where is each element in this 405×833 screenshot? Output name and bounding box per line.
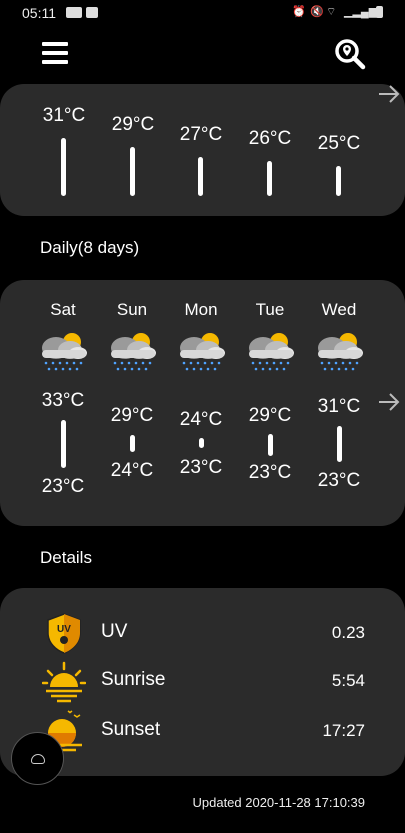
daily-temp-range-bar <box>199 438 204 448</box>
hourly-item: 27°C <box>171 108 231 196</box>
daily-low-temp: 23°C <box>248 462 292 483</box>
mute-icon: 🔇 <box>310 6 324 18</box>
daily-day: Tue <box>255 300 285 319</box>
detail-label: UV <box>101 621 128 642</box>
daily-forecast-card: Sat 33°C 23°C Sun 29°C 24°C Mon 24°C 23°C Tue 29°C… <box>0 280 405 526</box>
rain-cloud-icon <box>318 333 363 371</box>
daily-low-temp: 23°C <box>179 457 223 478</box>
daily-day: Sun <box>116 300 148 319</box>
daily-high-temp: 29°C <box>248 405 292 426</box>
sunrise-icon <box>42 661 86 703</box>
daily-day: Wed <box>321 300 357 319</box>
rain-cloud-icon <box>42 333 87 371</box>
details-section-label: Details <box>40 548 92 567</box>
hourly-temp: 31°C <box>42 105 86 126</box>
rain-cloud-icon <box>111 333 156 371</box>
detail-value: 5:54 <box>331 671 365 690</box>
hourly-temp-bar <box>61 138 66 196</box>
daily-item: Wed 31°C 23°C <box>306 300 372 491</box>
hourly-item: 31°C <box>34 105 94 196</box>
daily-day: Sat <box>50 300 76 319</box>
daily-item: Sat 33°C 23°C <box>30 300 96 497</box>
notification-icon <box>66 7 82 18</box>
assistive-touch-button[interactable] <box>11 732 64 785</box>
daily-temp-range-bar <box>337 426 342 462</box>
alarm-icon: ⏰ <box>292 6 306 18</box>
daily-item: Sun 29°C 24°C <box>99 300 165 481</box>
hourly-temp-bar <box>130 147 135 196</box>
updated-timestamp: Updated 2020-11-28 17:10:39 <box>192 795 365 810</box>
hourly-more-arrow-icon[interactable] <box>377 84 401 104</box>
daily-day: Mon <box>184 300 218 319</box>
daily-item: Mon 24°C 23°C <box>168 300 234 478</box>
hourly-temp: 26°C <box>248 128 292 150</box>
daily-temp-range-bar <box>130 435 135 452</box>
rain-cloud-icon <box>180 333 225 371</box>
hourly-temp: 29°C <box>111 114 155 136</box>
daily-high-temp: 31°C <box>317 396 361 417</box>
location-search-icon[interactable] <box>334 38 366 70</box>
battery-icon <box>376 6 383 18</box>
hourly-forecast-card: 31°C 29°C 27°C 26°C 25°C <box>0 84 405 216</box>
detail-value: 0.23 <box>331 623 365 642</box>
status-time: 05:11 <box>22 5 56 21</box>
daily-low-temp: 23°C <box>317 470 361 491</box>
hourly-item: 26°C <box>240 108 300 196</box>
detail-row-sunrise: Sunrise 5:54 <box>0 659 405 703</box>
daily-temp-range-bar <box>61 420 66 468</box>
daily-temp-range-bar <box>268 434 273 456</box>
daily-low-temp: 23°C <box>41 476 85 497</box>
hourly-temp: 25°C <box>317 133 361 154</box>
uv-icon-text: UV <box>57 624 71 635</box>
detail-label: Sunrise <box>101 669 166 690</box>
daily-more-arrow-icon[interactable] <box>377 392 401 412</box>
daily-item: Tue 29°C 23°C <box>237 300 303 483</box>
wifi-icon: ⌔ <box>326 6 337 18</box>
detail-row-uv: UV UV 0.23 <box>0 611 405 655</box>
hourly-item: 29°C <box>103 108 163 196</box>
status-bar: 05:11 ⏰ 🔇 ⌔ ▁▂▄▆ <box>0 0 405 26</box>
signal-icon: ▁▂▄▆ <box>344 6 378 18</box>
hourly-item: 25°C <box>309 108 369 196</box>
daily-section-label: Daily(8 days) <box>40 238 140 257</box>
detail-label: Sunset <box>101 719 161 740</box>
assistive-touch-icon <box>31 754 45 764</box>
daily-high-temp: 24°C <box>179 409 223 430</box>
hourly-temp: 27°C <box>179 123 223 145</box>
daily-low-temp: 24°C <box>110 460 154 481</box>
menu-button[interactable] <box>42 42 68 64</box>
gallery-icon <box>86 7 98 18</box>
daily-high-temp: 33°C <box>41 390 85 411</box>
rain-cloud-icon <box>249 333 294 371</box>
uv-icon: UV <box>47 613 81 654</box>
hourly-temp-bar <box>198 156 203 196</box>
detail-value: 17:27 <box>322 721 365 740</box>
hourly-temp-bar <box>336 166 341 196</box>
daily-high-temp: 29°C <box>110 405 154 426</box>
hourly-temp-bar <box>267 161 272 196</box>
